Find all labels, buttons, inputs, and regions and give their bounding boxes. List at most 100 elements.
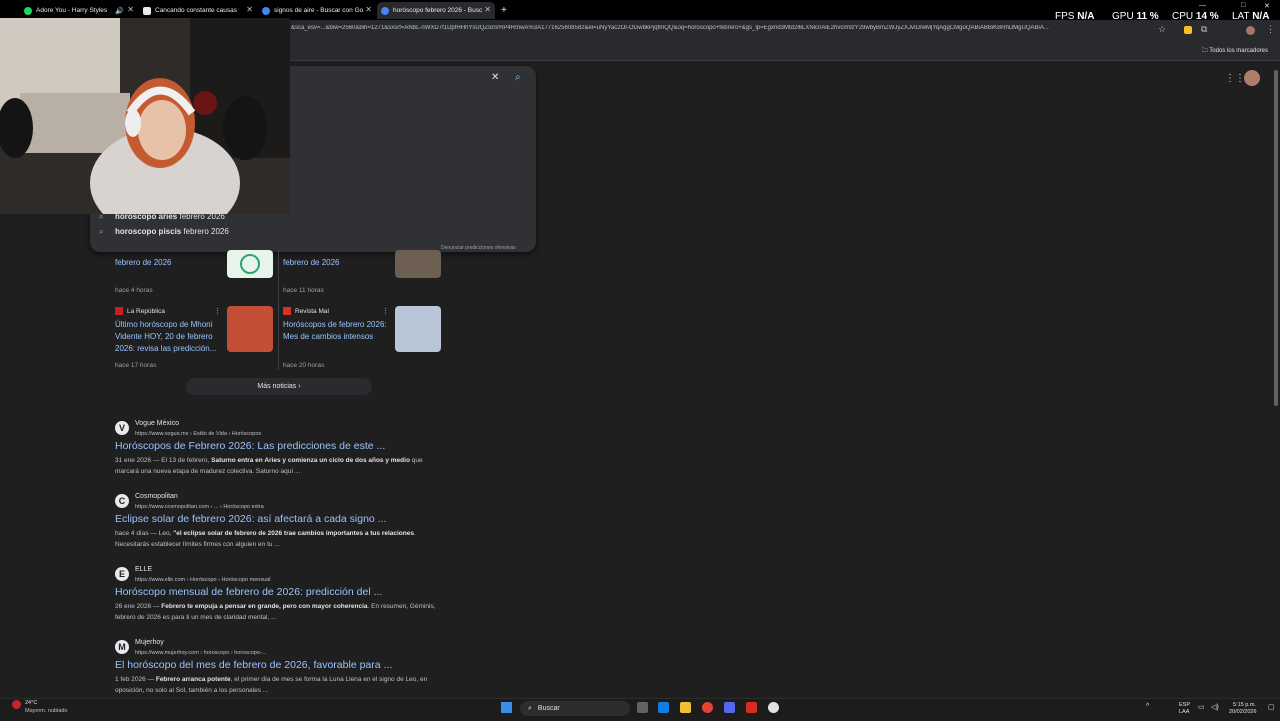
spotify-icon bbox=[24, 6, 32, 15]
tab-title: Cancando constante causas bbox=[155, 7, 238, 14]
revista-mal-logo bbox=[283, 307, 291, 315]
search-icon: ⌕ bbox=[99, 227, 104, 236]
puzzle-icon[interactable]: ⧉ bbox=[1201, 24, 1207, 35]
site-favicon: C bbox=[115, 494, 129, 508]
news-time: hace 20 horas bbox=[283, 362, 325, 369]
close-icon[interactable]: ✕ bbox=[127, 5, 134, 14]
news-thumbnail[interactable] bbox=[395, 306, 441, 352]
volume-icon[interactable]: ◁) bbox=[1211, 703, 1219, 711]
news-time: hace 17 horas bbox=[115, 362, 157, 369]
menu-dots-icon[interactable]: ⋮ bbox=[1266, 24, 1275, 35]
webcam-image bbox=[0, 18, 290, 214]
acrobat-icon[interactable] bbox=[746, 702, 757, 713]
result-site-name: ELLE bbox=[135, 566, 153, 573]
close-icon[interactable]: ✕ bbox=[484, 5, 491, 14]
webcam-overlay bbox=[0, 18, 290, 214]
result-url: https://www.vogue.mx › Estilo de Vida › … bbox=[135, 431, 262, 437]
task-view-icon[interactable] bbox=[637, 702, 648, 713]
la-republica-logo bbox=[115, 307, 123, 315]
apps-grid-icon[interactable]: ⋮⋮ bbox=[1225, 73, 1245, 84]
news-title[interactable]: Horóscopos de febrero 2026: Mes de cambi… bbox=[283, 319, 390, 343]
search-icon: ⌕ bbox=[528, 704, 532, 712]
profile-avatar[interactable] bbox=[1246, 26, 1255, 35]
notifications-icon[interactable]: ▢ bbox=[1268, 703, 1275, 711]
result-snippet: 1 feb 2026 — Febrero arranca potente, el… bbox=[115, 676, 428, 694]
chrome-icon[interactable] bbox=[702, 702, 713, 713]
more-news-button[interactable]: Más noticias › bbox=[186, 378, 372, 395]
close-window-icon[interactable]: ✕ bbox=[1264, 2, 1270, 10]
chevron-right-icon: › bbox=[298, 383, 301, 390]
address-bar-url[interactable]: &sca_esv=...&biw=2560&bih=1271&sxsrf=ANb… bbox=[291, 25, 1161, 31]
result-title[interactable]: Horóscopo mensual de febrero de 2026: pr… bbox=[115, 586, 382, 598]
weather-icon[interactable] bbox=[12, 700, 21, 709]
result-snippet: 31 ene 2026 — El 13 de febrero, Saturno … bbox=[115, 457, 423, 475]
chevron-up-icon[interactable]: ^ bbox=[1146, 703, 1149, 710]
more-options-icon[interactable]: ⋮ bbox=[214, 307, 221, 315]
monitor-icon[interactable]: ▭ bbox=[1198, 703, 1205, 711]
discord-icon[interactable] bbox=[724, 702, 735, 713]
edge-icon[interactable] bbox=[658, 702, 669, 713]
tab-title: Adore You - Harry Styles bbox=[36, 7, 108, 14]
result-site-name: Vogue México bbox=[135, 420, 179, 427]
clock-date[interactable]: 20/02/2026 bbox=[1229, 709, 1257, 715]
language-indicator-sub[interactable]: LAA bbox=[1179, 709, 1189, 715]
result-title[interactable]: El horóscopo del mes de febrero de 2026,… bbox=[115, 659, 392, 671]
clock-time[interactable]: 5:15 p.m. bbox=[1233, 702, 1256, 708]
news-thumbnail[interactable] bbox=[395, 250, 441, 278]
news-thumbnail[interactable] bbox=[227, 306, 273, 352]
windows-start-icon[interactable] bbox=[501, 702, 512, 713]
google-icon bbox=[381, 6, 389, 15]
more-options-icon[interactable]: ⋮ bbox=[382, 307, 389, 315]
site-favicon: M bbox=[115, 640, 129, 654]
news-source: Revista Mal bbox=[283, 307, 329, 315]
maximize-icon[interactable]: □ bbox=[1241, 2, 1245, 9]
document-icon bbox=[143, 6, 151, 15]
tab-cancando[interactable]: Cancando constante causas ✕ bbox=[139, 2, 257, 19]
news-time: hace 4 horas bbox=[115, 287, 153, 294]
clear-search-icon[interactable]: ✕ bbox=[491, 72, 499, 83]
news-title[interactable]: febrero de 2026 bbox=[283, 257, 340, 269]
close-icon[interactable]: ✕ bbox=[246, 5, 253, 14]
file-explorer-icon[interactable] bbox=[680, 702, 691, 713]
tab-title: signos de aire - Buscar con Go bbox=[274, 7, 364, 14]
minimize-icon[interactable]: — bbox=[1199, 2, 1206, 9]
result-site-name: Cosmopolitan bbox=[135, 493, 178, 500]
new-tab-button[interactable]: + bbox=[497, 2, 511, 19]
close-icon[interactable]: ✕ bbox=[365, 5, 372, 14]
tab-signos-de-aire[interactable]: signos de aire - Buscar con Go ✕ bbox=[258, 2, 376, 19]
site-favicon: V bbox=[115, 421, 129, 435]
tab-adore-you[interactable]: Adore You - Harry Styles 🔊 ✕ bbox=[20, 2, 138, 19]
suggestion-item[interactable]: horoscopo piscis febrero 2026 bbox=[115, 227, 229, 236]
folder-icon: 🗀 bbox=[1201, 48, 1208, 54]
result-title[interactable]: Horóscopos de Febrero 2026: Las predicci… bbox=[115, 440, 385, 452]
google-icon bbox=[262, 6, 270, 15]
report-predictions-link[interactable]: Denunciar predicciones ofensivas bbox=[441, 245, 516, 251]
taskbar-search[interactable]: ⌕ Buscar bbox=[520, 701, 630, 716]
result-url: https://www.mujerhoy.com › horoscopo › h… bbox=[135, 650, 267, 656]
speaker-icon[interactable]: 🔊 bbox=[115, 7, 124, 15]
news-title[interactable]: Último horóscopo de Mhoni Vidente HOY, 2… bbox=[115, 319, 222, 355]
news-title[interactable]: febrero de 2026 bbox=[115, 257, 172, 269]
site-favicon: E bbox=[115, 567, 129, 581]
weather-temp[interactable]: 24°C bbox=[25, 700, 37, 706]
news-time: hace 11 horas bbox=[283, 287, 324, 294]
result-title[interactable]: Eclipse solar de febrero 2026: así afect… bbox=[115, 513, 386, 525]
language-indicator[interactable]: ESP bbox=[1179, 702, 1190, 708]
tab-title: horóscopo febrero 2026 - Busc bbox=[393, 7, 483, 14]
app-icon[interactable] bbox=[768, 702, 779, 713]
news-source: La República bbox=[115, 307, 165, 315]
result-site-name: Mujerhoy bbox=[135, 639, 164, 646]
extension-icon[interactable] bbox=[1184, 26, 1192, 34]
weather-description[interactable]: Mayorm. nublado bbox=[25, 708, 68, 714]
page-scrollbar[interactable] bbox=[1274, 70, 1278, 406]
tab-horoscopo[interactable]: horóscopo febrero 2026 - Busc ✕ bbox=[377, 2, 495, 19]
result-snippet: 26 ene 2026 — Febrero te empuja a pensar… bbox=[115, 603, 436, 621]
news-thumbnail[interactable] bbox=[227, 250, 273, 278]
star-icon[interactable]: ☆ bbox=[1158, 24, 1166, 35]
account-avatar[interactable] bbox=[1244, 70, 1260, 86]
divider bbox=[278, 250, 279, 370]
search-icon[interactable]: ⌕ bbox=[515, 72, 521, 83]
result-snippet: hace 4 días — Leo, "el eclipse solar de … bbox=[115, 530, 416, 548]
result-url: https://www.cosmopolitan.com › ... › Hor… bbox=[135, 504, 264, 510]
all-bookmarks-folder[interactable]: 🗀 Todos los marcadores bbox=[1202, 46, 1268, 56]
